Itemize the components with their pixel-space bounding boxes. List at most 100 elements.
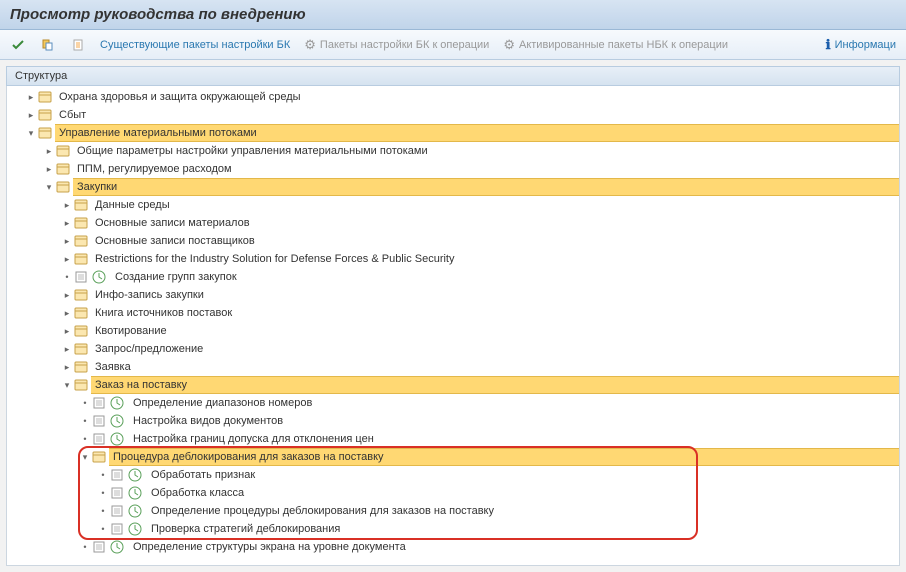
- tree-node[interactable]: Restrictions for the Industry Solution f…: [91, 253, 459, 265]
- doc-icon[interactable]: [109, 486, 125, 500]
- folder-icon[interactable]: [55, 162, 71, 176]
- folder-icon[interactable]: [37, 90, 53, 104]
- doc-icon[interactable]: [109, 504, 125, 518]
- leaf-bullet: •: [79, 434, 91, 444]
- tree-node[interactable]: Настройка видов документов: [129, 415, 287, 427]
- tree-node[interactable]: Управление материальными потоками: [55, 127, 261, 139]
- gear-icon: ⚙: [503, 37, 515, 53]
- expand-toggle[interactable]: ▸: [43, 146, 55, 157]
- tree-node[interactable]: Определение процедуры деблокирования для…: [147, 505, 498, 517]
- expand-toggle[interactable]: ▸: [61, 290, 73, 301]
- execute-icon[interactable]: [127, 486, 143, 500]
- activated-bc-sets-link[interactable]: ⚙ Активированные пакеты НБК к операции: [503, 37, 728, 53]
- structure-panel-header: Структура: [6, 66, 900, 86]
- folder-icon[interactable]: [55, 180, 71, 194]
- folder-icon[interactable]: [37, 108, 53, 122]
- folder-icon[interactable]: [73, 306, 89, 320]
- expand-toggle[interactable]: ▸: [61, 200, 73, 211]
- tree-node[interactable]: Заявка: [91, 361, 135, 373]
- folder-icon[interactable]: [91, 450, 107, 464]
- folder-icon[interactable]: [73, 360, 89, 374]
- img-tree[interactable]: ▸ Охрана здоровья и защита окружающей сре…: [6, 86, 900, 566]
- tree-node[interactable]: Общие параметры настройки управления мат…: [73, 145, 432, 157]
- tree-node[interactable]: Процедура деблокирования для заказов на …: [109, 451, 388, 463]
- execute-icon[interactable]: [109, 396, 125, 410]
- tree-node[interactable]: Книга источников поставок: [91, 307, 236, 319]
- folder-icon[interactable]: [73, 324, 89, 338]
- folder-icon[interactable]: [73, 198, 89, 212]
- information-link[interactable]: ℹ Информаци: [826, 37, 896, 53]
- toolbar: Существующие пакеты настройки БК ⚙ Пакет…: [0, 30, 906, 60]
- expand-toggle[interactable]: ▾: [61, 380, 73, 391]
- doc-icon[interactable]: [91, 432, 107, 446]
- expand-toggle[interactable]: ▸: [25, 92, 37, 103]
- expand-toggle[interactable]: ▸: [43, 164, 55, 175]
- tree-node[interactable]: Основные записи поставщиков: [91, 235, 259, 247]
- folder-icon[interactable]: [73, 342, 89, 356]
- activated-bc-sets-label: Активированные пакеты НБК к операции: [519, 39, 728, 51]
- expand-toggle[interactable]: ▸: [61, 254, 73, 265]
- expand-toggle[interactable]: ▸: [61, 236, 73, 247]
- doc-icon[interactable]: [91, 396, 107, 410]
- tree-node[interactable]: Определение структуры экрана на уровне д…: [129, 541, 410, 553]
- tree-node[interactable]: Обработка класса: [147, 487, 248, 499]
- gear-icon: ⚙: [304, 37, 316, 53]
- expand-toggle[interactable]: ▾: [25, 128, 37, 139]
- leaf-bullet: •: [97, 524, 109, 534]
- leaf-bullet: •: [97, 506, 109, 516]
- folder-icon[interactable]: [37, 126, 53, 140]
- expand-toggle[interactable]: ▸: [25, 110, 37, 121]
- expand-toggle[interactable]: ▸: [61, 326, 73, 337]
- leaf-bullet: •: [79, 542, 91, 552]
- doc-icon[interactable]: [73, 270, 89, 284]
- execute-icon[interactable]: [127, 504, 143, 518]
- tree-node[interactable]: Проверка стратегий деблокирования: [147, 523, 344, 535]
- execute-icon[interactable]: [127, 468, 143, 482]
- folder-icon[interactable]: [55, 144, 71, 158]
- tree-node[interactable]: Квотирование: [91, 325, 171, 337]
- execute-icon[interactable]: [109, 414, 125, 428]
- bc-sets-for-activity-link[interactable]: ⚙ Пакеты настройки БК к операции: [304, 37, 489, 53]
- info-icon: ℹ: [826, 37, 831, 53]
- doc-icon[interactable]: [91, 414, 107, 428]
- folder-icon[interactable]: [73, 252, 89, 266]
- tree-node[interactable]: Создание групп закупок: [111, 271, 241, 283]
- where-used-icon[interactable]: [40, 37, 56, 53]
- existing-bc-sets-link[interactable]: Существующие пакеты настройки БК: [100, 39, 290, 51]
- folder-icon[interactable]: [73, 288, 89, 302]
- leaf-bullet: •: [97, 470, 109, 480]
- tree-node[interactable]: ППМ, регулируемое расходом: [73, 163, 236, 175]
- tree-node[interactable]: Запрос/предложение: [91, 343, 207, 355]
- tree-node[interactable]: Охрана здоровья и защита окружающей сред…: [55, 91, 305, 103]
- expand-toggle[interactable]: ▸: [61, 362, 73, 373]
- tree-node[interactable]: Закупки: [73, 181, 121, 193]
- tree-node[interactable]: Основные записи материалов: [91, 217, 254, 229]
- doc-icon[interactable]: [91, 540, 107, 554]
- expand-toggle[interactable]: ▾: [43, 182, 55, 193]
- doc-icon[interactable]: [109, 522, 125, 536]
- folder-icon[interactable]: [73, 378, 89, 392]
- execute-icon[interactable]: [91, 270, 107, 284]
- leaf-bullet: •: [97, 488, 109, 498]
- bc-sets-label: Пакеты настройки БК к операции: [320, 39, 489, 51]
- tree-node[interactable]: Инфо-запись закупки: [91, 289, 208, 301]
- tree-node[interactable]: Заказ на поставку: [91, 379, 191, 391]
- tree-node[interactable]: Сбыт: [55, 109, 90, 121]
- expand-toggle[interactable]: ▾: [79, 452, 91, 463]
- execute-icon[interactable]: [109, 540, 125, 554]
- folder-icon[interactable]: [73, 234, 89, 248]
- check-icon[interactable]: [10, 37, 26, 53]
- expand-toggle[interactable]: ▸: [61, 344, 73, 355]
- execute-icon[interactable]: [109, 432, 125, 446]
- folder-icon[interactable]: [73, 216, 89, 230]
- expand-toggle[interactable]: ▸: [61, 218, 73, 229]
- doc-icon[interactable]: [109, 468, 125, 482]
- tree-node[interactable]: Настройка границ допуска для отклонения …: [129, 433, 378, 445]
- tree-node[interactable]: Обработать признак: [147, 469, 259, 481]
- tree-node[interactable]: Данные среды: [91, 199, 174, 211]
- leaf-bullet: •: [79, 416, 91, 426]
- expand-toggle[interactable]: ▸: [61, 308, 73, 319]
- execute-icon[interactable]: [127, 522, 143, 536]
- tree-node[interactable]: Определение диапазонов номеров: [129, 397, 316, 409]
- change-log-icon[interactable]: [70, 37, 86, 53]
